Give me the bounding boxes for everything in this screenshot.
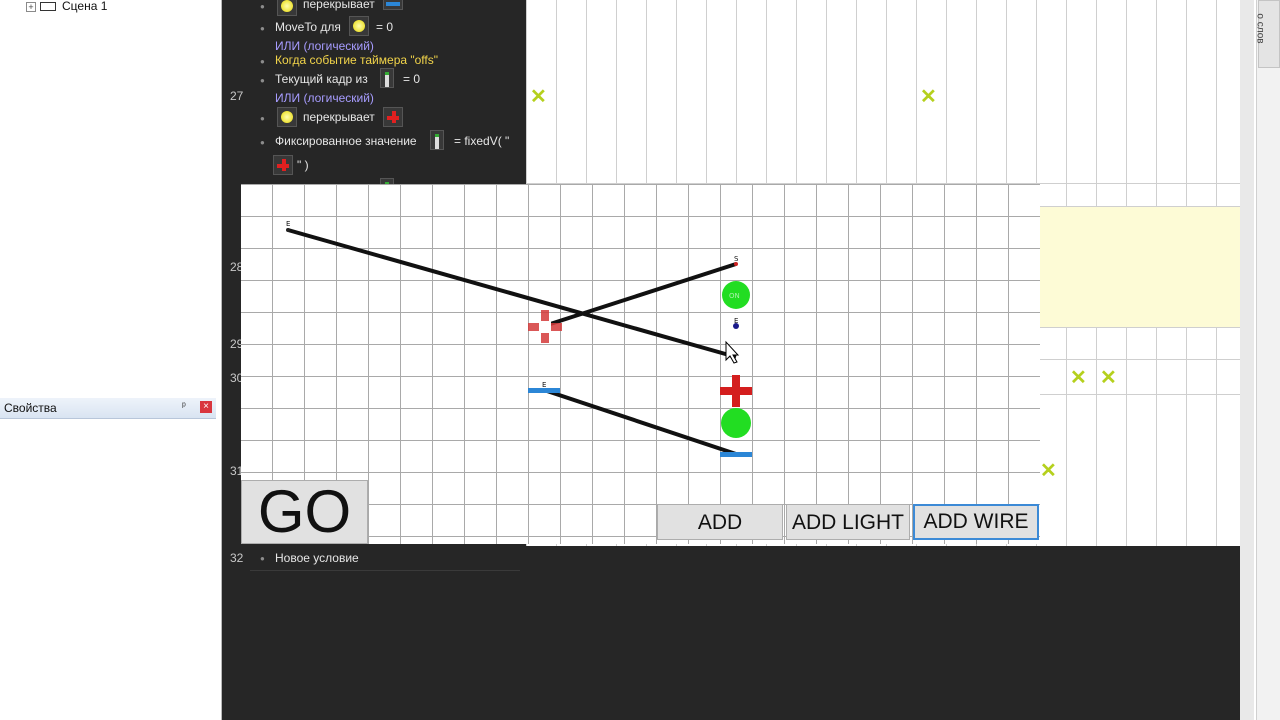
grid-check-mark[interactable]: ✕ [1040,461,1057,481]
new-condition-row[interactable]: ● Новое условие [250,548,520,571]
game-preview-window[interactable]: E S E E ON GO ADD SWITCH ADD LIGHT ADD W… [241,184,1040,544]
add-wire-button[interactable]: ADD WIRE [913,504,1039,540]
wire [287,228,737,359]
condition-bullet: ● [260,554,265,563]
vertical-scrollbar[interactable] [1256,0,1280,720]
endpoint-label-e: E [542,381,546,389]
right-dock-tab-label: о слов [1254,13,1266,44]
grid-row-divider [1040,394,1240,395]
grid-check-mark[interactable]: ✕ [1070,368,1087,388]
sheet-side-strip [1240,0,1254,720]
wire-endpoint [286,228,290,232]
power-source [720,387,752,395]
condition-fixed-value[interactable]: Фиксированное значение [275,134,417,148]
condition-moveto[interactable]: MoveTo для [275,20,341,34]
scene-label[interactable]: Сцена 1 [62,0,107,13]
condition-overlaps[interactable]: перекрывает [303,110,375,124]
new-condition-label[interactable]: Новое условие [275,551,359,565]
switch-object-icon [380,68,394,88]
pin-icon[interactable]: ᵖ [182,401,186,412]
condition-fixed-value-end: " ) [297,158,309,172]
condition-bullet: ● [260,24,265,33]
condition-bullet: ● [260,138,265,147]
or-block-label[interactable]: ИЛИ (логический) [275,39,374,53]
condition-fixed-value-expr: = fixedV( " [454,134,510,148]
condition-bullet: ● [260,114,265,123]
properties-panel-header: Свойства ᵖ × [0,398,216,419]
left-panel: + Сцена 1 Свойства ᵖ × [0,0,222,720]
mouse-cursor [725,340,740,364]
light-object-icon [277,0,297,16]
condition-current-frame[interactable]: Текущий кадр из [275,72,368,86]
light-object-icon [277,107,297,127]
light [721,408,751,438]
grid-check-mark[interactable]: ✕ [1100,368,1117,388]
event-line-number: 27 [230,89,244,103]
light-object-icon [349,16,369,36]
add-light-button[interactable]: ADD LIGHT [786,504,910,540]
add-switch-button[interactable]: ADD SWITCH [657,504,783,540]
close-icon[interactable]: × [200,401,212,413]
grid-check-mark[interactable]: ✕ [920,87,937,107]
light-on-label: ON [729,292,740,300]
source-object-icon [273,155,293,175]
scene-icon [40,2,56,11]
power-source-center [539,321,551,333]
endpoint-label-s: S [734,255,739,263]
go-button[interactable]: GO [241,480,368,544]
or-block-label[interactable]: ИЛИ (логический) [275,91,374,105]
condition-overlaps[interactable]: перекрывает [303,0,375,11]
source-object-icon [383,107,403,127]
event-line-number: 32 [230,551,244,565]
condition-bullet: ● [260,2,265,11]
grid-row-divider [1040,359,1240,360]
right-dock-tab[interactable]: о слов [1254,0,1280,68]
grid-row-highlight [1040,206,1240,328]
wire [543,262,737,328]
tree-expand-icon[interactable]: + [26,2,36,12]
switch-object-icon [430,130,444,150]
condition-bullet: ● [260,76,265,85]
condition-moveto-value: = 0 [376,20,394,34]
wire [543,388,737,456]
timer-trigger-condition[interactable]: Когда событие таймера "offs" [275,53,438,67]
endpoint-label-e: E [286,220,290,228]
condition-bullet: ● [260,57,265,66]
wire-object-icon [383,0,403,10]
condition-current-frame-value: = 0 [403,72,421,86]
endpoint-label-e: E [734,317,738,325]
properties-title: Свойства [4,401,57,415]
grid-check-mark[interactable]: ✕ [530,87,547,107]
switch-bar [720,452,752,457]
